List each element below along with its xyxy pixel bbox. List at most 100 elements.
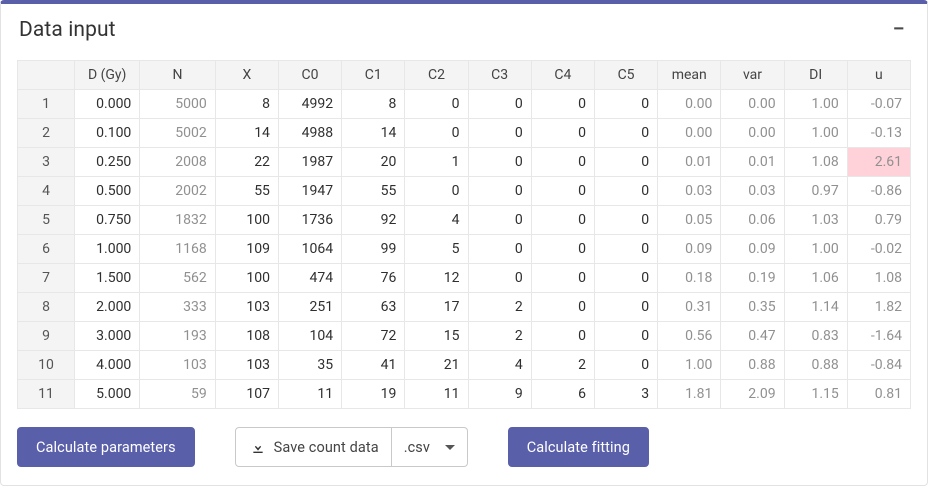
table-cell[interactable]: 92 xyxy=(342,206,405,235)
table-cell[interactable]: 0.09 xyxy=(721,235,784,264)
table-cell[interactable]: 0 xyxy=(531,90,594,119)
table-cell[interactable]: 4 xyxy=(468,351,531,380)
table-cell[interactable]: 1.14 xyxy=(784,293,847,322)
table-cell[interactable]: 0.06 xyxy=(721,206,784,235)
table-cell[interactable]: 99 xyxy=(342,235,405,264)
table-cell[interactable]: 0 xyxy=(594,235,657,264)
save-count-data-button[interactable]: Save count data xyxy=(235,427,392,467)
table-cell[interactable]: 0 xyxy=(531,206,594,235)
table-cell[interactable]: 0.35 xyxy=(721,293,784,322)
table-cell[interactable]: 0 xyxy=(468,264,531,293)
table-cell[interactable]: 0 xyxy=(405,90,468,119)
table-cell[interactable]: 2 xyxy=(468,293,531,322)
table-cell[interactable]: 2.61 xyxy=(847,148,910,177)
table-cell[interactable]: 0 xyxy=(594,119,657,148)
table-cell[interactable]: 0.47 xyxy=(721,322,784,351)
table-cell[interactable]: 0 xyxy=(468,235,531,264)
table-cell[interactable]: 1832 xyxy=(140,206,215,235)
table-cell[interactable]: 0.01 xyxy=(658,148,721,177)
table-cell[interactable]: 104 xyxy=(278,322,341,351)
table-cell[interactable]: -1.64 xyxy=(847,322,910,351)
table-cell[interactable]: 20 xyxy=(342,148,405,177)
table-cell[interactable]: -0.13 xyxy=(847,119,910,148)
table-cell[interactable]: 0 xyxy=(468,90,531,119)
table-cell[interactable]: 100 xyxy=(215,206,278,235)
table-cell[interactable]: 0 xyxy=(531,177,594,206)
table-cell[interactable]: 0 xyxy=(531,119,594,148)
table-cell[interactable]: 108 xyxy=(215,322,278,351)
table-cell[interactable]: 0 xyxy=(468,148,531,177)
table-cell[interactable]: 14 xyxy=(342,119,405,148)
table-cell[interactable]: 1.06 xyxy=(784,264,847,293)
table-cell[interactable]: 8 xyxy=(342,90,405,119)
table-cell[interactable]: 103 xyxy=(215,351,278,380)
table-cell[interactable]: 1.81 xyxy=(658,380,721,409)
table-cell[interactable]: 11 xyxy=(405,380,468,409)
table-cell[interactable]: 193 xyxy=(140,322,215,351)
table-cell[interactable]: 0.100 xyxy=(75,119,140,148)
table-cell[interactable]: 2.09 xyxy=(721,380,784,409)
table-cell[interactable]: 0.88 xyxy=(784,351,847,380)
table-cell[interactable]: 0 xyxy=(405,119,468,148)
table-cell[interactable]: 3 xyxy=(594,380,657,409)
table-cell[interactable]: 4 xyxy=(405,206,468,235)
table-cell[interactable]: 11 xyxy=(278,380,341,409)
table-cell[interactable]: -0.07 xyxy=(847,90,910,119)
table-cell[interactable]: 0.97 xyxy=(784,177,847,206)
table-cell[interactable]: 103 xyxy=(140,351,215,380)
table-cell[interactable]: 0.00 xyxy=(658,119,721,148)
calculate-fitting-button[interactable]: Calculate fitting xyxy=(508,427,649,467)
table-cell[interactable]: 5000 xyxy=(140,90,215,119)
table-cell[interactable]: 0 xyxy=(531,293,594,322)
table-cell[interactable]: 17 xyxy=(405,293,468,322)
table-cell[interactable]: 0 xyxy=(594,206,657,235)
table-cell[interactable]: 0 xyxy=(594,351,657,380)
table-cell[interactable]: 0.000 xyxy=(75,90,140,119)
table-cell[interactable]: 0.03 xyxy=(658,177,721,206)
table-cell[interactable]: -0.86 xyxy=(847,177,910,206)
collapse-icon[interactable]: − xyxy=(889,19,909,41)
table-cell[interactable]: 0.79 xyxy=(847,206,910,235)
table-cell[interactable]: 0.750 xyxy=(75,206,140,235)
table-cell[interactable]: 1.00 xyxy=(658,351,721,380)
table-cell[interactable]: 1.00 xyxy=(784,119,847,148)
table-cell[interactable]: 2002 xyxy=(140,177,215,206)
table-cell[interactable]: 474 xyxy=(278,264,341,293)
table-cell[interactable]: 0.05 xyxy=(658,206,721,235)
table-cell[interactable]: 0.18 xyxy=(658,264,721,293)
table-cell[interactable]: 22 xyxy=(215,148,278,177)
table-cell[interactable]: 1 xyxy=(405,148,468,177)
table-cell[interactable]: 6 xyxy=(531,380,594,409)
table-cell[interactable]: 5 xyxy=(405,235,468,264)
format-select[interactable]: .csv xyxy=(392,427,468,467)
table-cell[interactable]: 0 xyxy=(531,264,594,293)
table-cell[interactable]: 0 xyxy=(531,148,594,177)
table-cell[interactable]: 0 xyxy=(531,322,594,351)
table-cell[interactable]: 0 xyxy=(594,322,657,351)
table-cell[interactable]: 9 xyxy=(468,380,531,409)
table-cell[interactable]: 2.000 xyxy=(75,293,140,322)
table-cell[interactable]: 0 xyxy=(405,177,468,206)
table-cell[interactable]: -0.02 xyxy=(847,235,910,264)
table-cell[interactable]: 0.19 xyxy=(721,264,784,293)
table-cell[interactable]: 12 xyxy=(405,264,468,293)
table-cell[interactable]: 15 xyxy=(405,322,468,351)
table-cell[interactable]: 0 xyxy=(594,90,657,119)
table-cell[interactable]: 41 xyxy=(342,351,405,380)
table-cell[interactable]: 8 xyxy=(215,90,278,119)
table-cell[interactable]: 0.00 xyxy=(721,119,784,148)
table-cell[interactable]: 0.83 xyxy=(784,322,847,351)
table-cell[interactable]: 1.08 xyxy=(847,264,910,293)
table-cell[interactable]: 0.250 xyxy=(75,148,140,177)
table-cell[interactable]: 14 xyxy=(215,119,278,148)
table-cell[interactable]: 107 xyxy=(215,380,278,409)
table-cell[interactable]: 0.500 xyxy=(75,177,140,206)
table-cell[interactable]: 4992 xyxy=(278,90,341,119)
table-cell[interactable]: 2 xyxy=(531,351,594,380)
table-cell[interactable]: 0.00 xyxy=(721,90,784,119)
table-cell[interactable]: 55 xyxy=(342,177,405,206)
table-cell[interactable]: 2 xyxy=(468,322,531,351)
table-cell[interactable]: 0 xyxy=(468,177,531,206)
table-cell[interactable]: 72 xyxy=(342,322,405,351)
table-cell[interactable]: 2008 xyxy=(140,148,215,177)
